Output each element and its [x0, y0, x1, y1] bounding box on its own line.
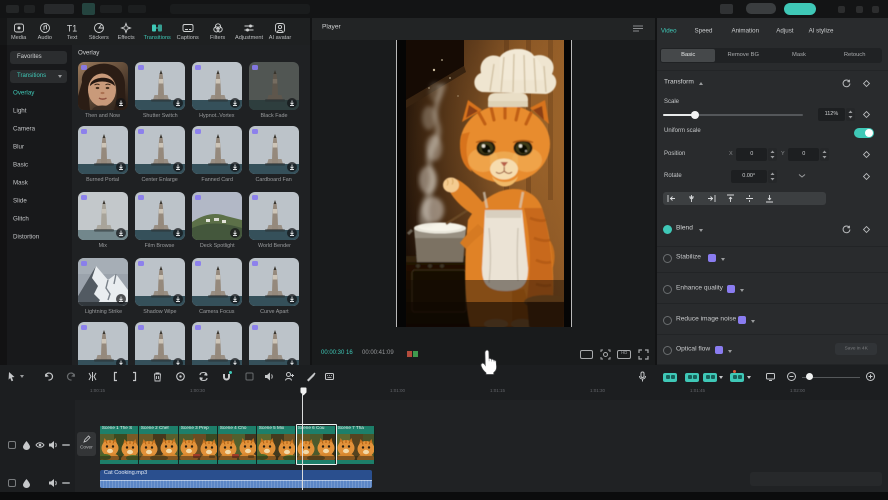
svg-text:T1: T1	[67, 24, 77, 34]
